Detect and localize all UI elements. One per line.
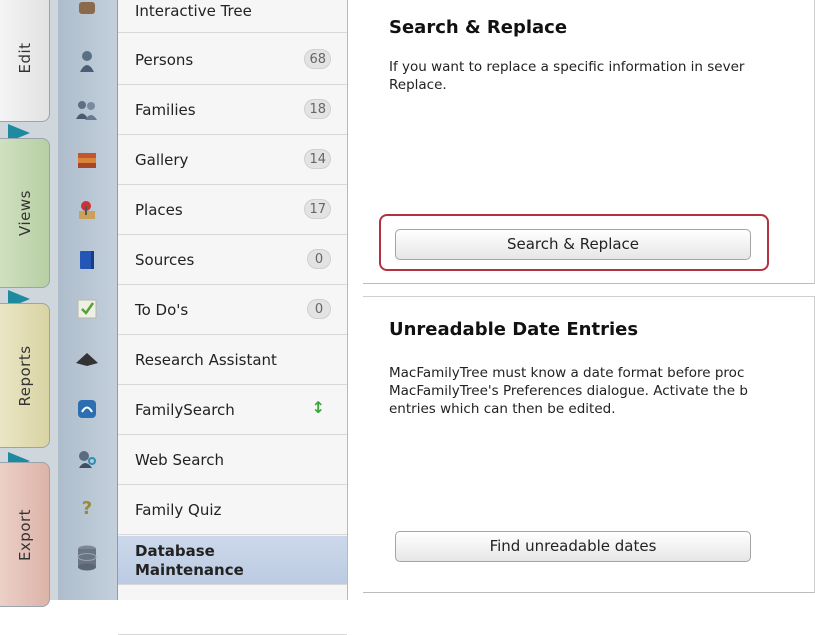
sources-book-icon[interactable] [76,249,98,271]
family-icon[interactable] [76,99,98,121]
sidebar-item-label: Gallery [135,151,189,169]
sidebar-item-label: Persons [135,51,194,69]
panel-title: Search & Replace [389,17,568,38]
sidebar-item-persons[interactable]: Persons 68 [118,36,347,85]
sidebar-item-families[interactable]: Families 18 [118,86,347,135]
sidebar-item-places[interactable]: Places 17 [118,186,347,235]
tab-views-label: Views [15,190,34,236]
count-badge: 0 [307,249,331,269]
sidebar-item-label: Places [135,201,183,219]
sidebar-item-family-quiz[interactable]: Family Quiz [118,486,347,535]
sidebar-item-next[interactable] [118,586,347,635]
tab-reports[interactable]: Reports [0,303,50,448]
count-badge: 18 [304,99,331,119]
count-badge: 17 [304,199,331,219]
sidebar-list: Interactive Tree Persons 68 Families 18 … [118,0,348,635]
find-unreadable-dates-button[interactable]: Find unreadable dates [395,531,751,562]
vertical-tab-bar: Edit Views Reports Export [0,0,58,607]
tab-export-label: Export [15,508,34,561]
sidebar-item-todos[interactable]: To Do's 0 [118,286,347,335]
sidebar-item-sources[interactable]: Sources 0 [118,236,347,285]
todo-checklist-icon[interactable] [76,298,98,320]
tab-edit-label: Edit [15,42,34,74]
sidebar-item-label: To Do's [135,301,189,319]
sidebar-item-label: Family Quiz [135,501,222,519]
sidebar-item-label: Interactive Tree [135,2,252,20]
sidebar-item-web-search[interactable]: Web Search [118,436,347,485]
quiz-question-icon[interactable]: ? [76,497,98,519]
familysearch-icon[interactable] [76,398,98,420]
tree-icon[interactable] [76,0,98,20]
search-replace-button[interactable]: Search & Replace [395,229,751,260]
sidebar-item-research-assistant[interactable]: Research Assistant [118,336,347,385]
sidebar-item-gallery[interactable]: Gallery 14 [118,136,347,185]
tab-export[interactable]: Export [0,462,50,607]
sidebar-item-database-maintenance[interactable]: Database Maintenance [118,536,347,585]
database-icon[interactable] [76,545,98,571]
sidebar-item-label: Web Search [135,451,225,469]
person-icon[interactable] [76,50,98,72]
sidebar-item-interactive-tree[interactable]: Interactive Tree [118,0,347,33]
panel-description: If you want to replace a specific inform… [389,59,745,93]
search-replace-panel: Search & Replace If you want to replace … [363,0,815,284]
sidebar-item-familysearch[interactable]: FamilySearch ↕ [118,386,347,435]
unreadable-dates-panel: Unreadable Date Entries MacFamilyTree mu… [363,296,815,593]
web-search-icon[interactable] [76,448,98,470]
tab-edit[interactable]: Edit [0,0,50,122]
tab-reports-label: Reports [15,344,34,407]
sidebar-item-label: Research Assistant [135,351,277,369]
icon-strip: ? [58,0,118,600]
sidebar-item-label: Database Maintenance [135,542,244,579]
sync-arrows-icon: ↕ [311,398,325,417]
sidebar-item-label: FamilySearch [135,401,235,419]
panel-description: MacFamilyTree must know a date format be… [389,365,748,417]
sidebar-item-label: Sources [135,251,195,269]
count-badge: 0 [307,299,331,319]
panel-title: Unreadable Date Entries [389,319,639,340]
research-hat-icon[interactable] [76,348,98,370]
tab-views[interactable]: Views [0,138,50,288]
gallery-icon[interactable] [76,149,98,171]
count-badge: 14 [304,149,331,169]
main-content: Search & Replace If you want to replace … [348,0,815,600]
places-icon[interactable] [76,199,98,221]
sidebar-item-label: Families [135,101,196,119]
count-badge: 68 [304,49,331,69]
